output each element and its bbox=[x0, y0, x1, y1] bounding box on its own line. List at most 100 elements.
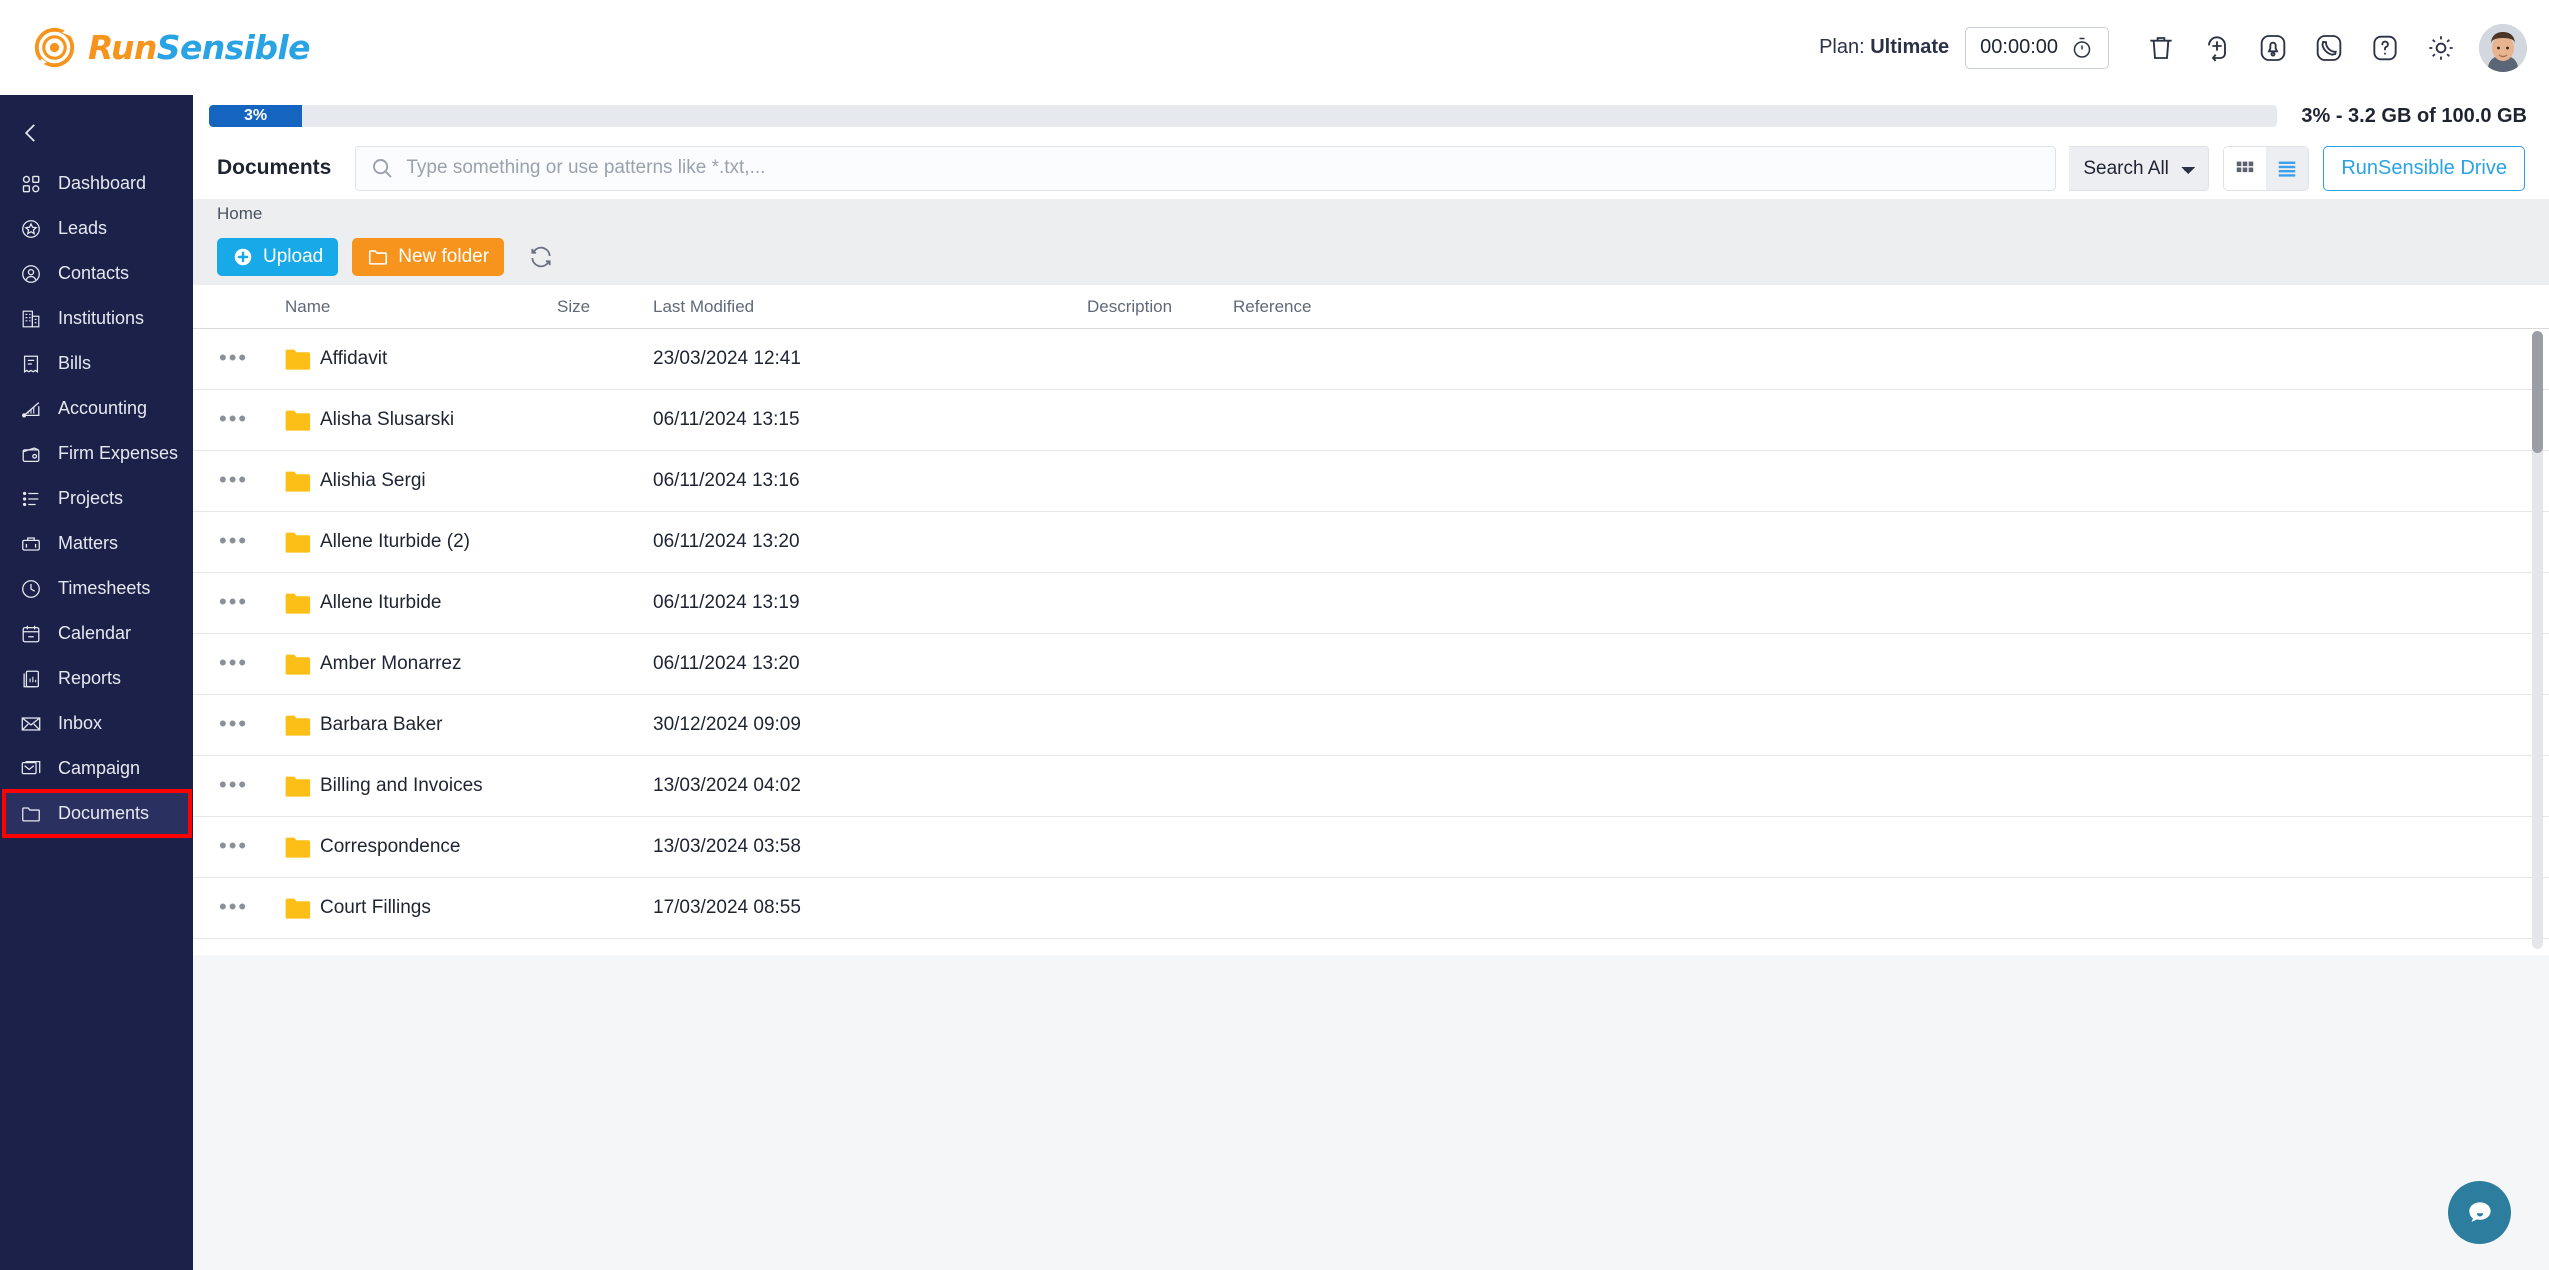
sidebar-item-campaign[interactable]: Campaign bbox=[0, 746, 193, 791]
institutions-building-icon bbox=[18, 306, 44, 332]
search-scope-select[interactable]: Search All bbox=[2069, 145, 2210, 191]
sidebar-item-label: Campaign bbox=[58, 758, 141, 778]
documents-actions: Upload New folder bbox=[193, 229, 2549, 285]
table-row[interactable]: ••• Billing and Invoices 13/03/2024 04:02 bbox=[193, 756, 2549, 817]
sidebar-item-contacts[interactable]: Contacts bbox=[0, 251, 193, 296]
calendar-icon bbox=[18, 621, 44, 647]
search-box[interactable] bbox=[355, 145, 2057, 191]
sidebar-item-label: Timesheets bbox=[58, 578, 151, 598]
sidebar-item-label: Dashboard bbox=[58, 173, 147, 193]
sidebar-item-documents[interactable]: Documents bbox=[2, 789, 192, 838]
view-toggle-group bbox=[2223, 145, 2310, 191]
settings-button[interactable] bbox=[2413, 20, 2469, 76]
timer-widget[interactable]: 00:00:00 bbox=[1965, 26, 2109, 69]
row-last-modified: 06/11/2024 13:20 bbox=[653, 531, 800, 552]
folder-icon bbox=[285, 410, 311, 431]
sidebar-item-accounting[interactable]: Accounting bbox=[0, 386, 193, 431]
row-menu-button[interactable]: ••• bbox=[193, 406, 248, 431]
app-root: RunSensible Plan: Ultimate 00:00:00 Dash… bbox=[0, 0, 2549, 1270]
table-row[interactable] bbox=[193, 939, 2549, 955]
add-new-button[interactable] bbox=[2189, 20, 2245, 76]
file-list-scrollbar[interactable] bbox=[2532, 331, 2543, 949]
row-menu-button[interactable]: ••• bbox=[193, 467, 248, 492]
phone-button[interactable] bbox=[2301, 20, 2357, 76]
notifications-button[interactable] bbox=[2245, 20, 2301, 76]
row-name-cell: Billing and Invoices bbox=[279, 775, 557, 797]
brand-run-text: Run bbox=[88, 28, 157, 67]
row-name: Correspondence bbox=[320, 836, 461, 857]
table-row[interactable]: ••• Barbara Baker 30/12/2024 09:09 bbox=[193, 695, 2549, 756]
upload-button[interactable]: Upload bbox=[217, 238, 339, 276]
row-menu-button[interactable]: ••• bbox=[193, 711, 248, 736]
sidebar-item-leads[interactable]: Leads bbox=[0, 206, 193, 251]
row-name-cell: Alisha Slusarski bbox=[279, 409, 557, 431]
sidebar-item-reports[interactable]: Reports bbox=[0, 656, 193, 701]
table-row[interactable]: ••• Alisha Slusarski 06/11/2024 13:15 bbox=[193, 390, 2549, 451]
page-title: Documents bbox=[217, 156, 332, 179]
sidebar-item-label: Contacts bbox=[58, 263, 130, 283]
row-menu-button[interactable]: ••• bbox=[193, 894, 248, 919]
list-view-icon bbox=[2279, 161, 2296, 177]
sidebar-item-calendar[interactable]: Calendar bbox=[0, 611, 193, 656]
sidebar-item-inbox[interactable]: Inbox bbox=[0, 701, 193, 746]
inbox-envelope-icon bbox=[18, 711, 44, 737]
brand-logo[interactable]: RunSensible bbox=[34, 27, 311, 68]
row-last-modified: 06/11/2024 13:16 bbox=[653, 470, 800, 491]
row-name: Billing and Invoices bbox=[320, 775, 483, 796]
row-menu-button[interactable]: ••• bbox=[193, 650, 248, 675]
grid-view-button[interactable] bbox=[2224, 146, 2267, 190]
table-row[interactable]: ••• Amber Monarrez 06/11/2024 13:20 bbox=[193, 634, 2549, 695]
table-row[interactable]: ••• Court Fillings 17/03/2024 08:55 bbox=[193, 878, 2549, 939]
table-row[interactable]: ••• Alishia Sergi 06/11/2024 13:16 bbox=[193, 451, 2549, 512]
file-list-scroll-thumb[interactable] bbox=[2532, 331, 2543, 453]
col-name: Name bbox=[285, 296, 331, 316]
row-menu-button[interactable]: ••• bbox=[193, 833, 248, 858]
documents-toolbar: Documents Search All bbox=[193, 137, 2549, 199]
file-list-panel: Name Size Last Modified Description Refe… bbox=[193, 285, 2549, 955]
row-name: Allene Iturbide (2) bbox=[320, 531, 470, 552]
refresh-button[interactable] bbox=[524, 240, 558, 274]
avatar[interactable] bbox=[2479, 23, 2527, 72]
row-menu-button[interactable]: ••• bbox=[193, 772, 248, 797]
sidebar-item-timesheets[interactable]: Timesheets bbox=[0, 566, 193, 611]
table-row[interactable]: ••• Affidavit 23/03/2024 12:41 bbox=[193, 329, 2549, 390]
folder-icon bbox=[285, 837, 311, 858]
row-name: Alisha Slusarski bbox=[320, 409, 455, 430]
sidebar-item-matters[interactable]: Matters bbox=[0, 521, 193, 566]
table-row[interactable]: ••• Correspondence 13/03/2024 03:58 bbox=[193, 817, 2549, 878]
phone-call-icon bbox=[2316, 34, 2342, 61]
leads-star-icon bbox=[18, 216, 44, 242]
folder-icon bbox=[285, 349, 311, 370]
campaign-envelopes-icon bbox=[18, 756, 44, 782]
row-name-cell: Amber Monarrez bbox=[279, 653, 557, 675]
sidebar-collapse-button[interactable] bbox=[0, 105, 193, 161]
sidebar-item-dashboard[interactable]: Dashboard bbox=[0, 161, 193, 206]
chat-widget-button[interactable] bbox=[2448, 1181, 2511, 1244]
sidebar-item-projects[interactable]: Projects bbox=[0, 476, 193, 521]
row-menu-button[interactable]: ••• bbox=[193, 589, 248, 614]
table-row[interactable]: ••• Allene Iturbide (2) 06/11/2024 13:20 bbox=[193, 512, 2549, 573]
grid-view-icon bbox=[2237, 161, 2254, 173]
sidebar-item-label: Firm Expenses bbox=[58, 443, 179, 463]
trash-button[interactable] bbox=[2133, 20, 2189, 76]
storage-progress-fill: 3% bbox=[209, 105, 303, 127]
row-menu-button[interactable]: ••• bbox=[193, 345, 248, 370]
table-row[interactable]: ••• Allene Iturbide 06/11/2024 13:19 bbox=[193, 573, 2549, 634]
plus-circle-icon bbox=[234, 248, 252, 266]
breadcrumb-item-home[interactable]: Home bbox=[217, 204, 262, 224]
file-list-rows: ••• Affidavit 23/03/2024 12:41 ••• Alisha Sl… bbox=[193, 329, 2549, 955]
row-name: Amber Monarrez bbox=[320, 653, 462, 674]
search-input[interactable] bbox=[406, 157, 2042, 179]
sidebar-item-bills[interactable]: Bills bbox=[0, 341, 193, 386]
list-view-button[interactable] bbox=[2266, 146, 2309, 190]
sidebar-item-firm-expenses[interactable]: Firm Expenses bbox=[0, 431, 193, 476]
firm-expenses-wallet-icon bbox=[18, 441, 44, 467]
row-last-modified: 06/11/2024 13:20 bbox=[653, 653, 800, 674]
row-name-cell: Barbara Baker bbox=[279, 714, 557, 736]
chevron-left-icon bbox=[24, 124, 35, 142]
help-button[interactable] bbox=[2357, 20, 2413, 76]
runsensible-drive-button[interactable]: RunSensible Drive bbox=[2323, 145, 2525, 191]
sidebar-item-institutions[interactable]: Institutions bbox=[0, 296, 193, 341]
new-folder-button[interactable]: New folder bbox=[352, 238, 505, 276]
row-menu-button[interactable]: ••• bbox=[193, 528, 248, 553]
